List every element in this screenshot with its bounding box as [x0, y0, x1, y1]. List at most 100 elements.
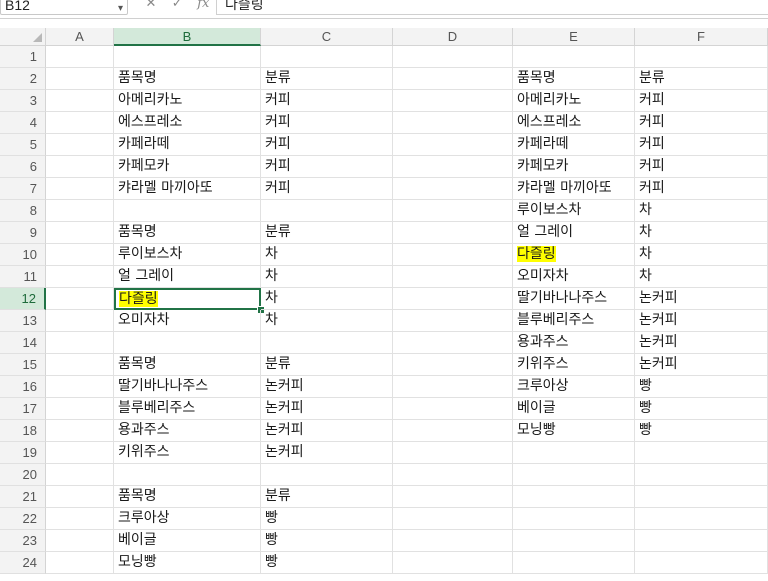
cell-d1[interactable] — [393, 46, 513, 68]
row-header-12[interactable]: 12 — [0, 288, 46, 310]
cell-d3[interactable] — [393, 90, 513, 112]
cell-e21[interactable] — [513, 486, 635, 508]
column-header-d[interactable]: D — [393, 28, 513, 46]
cell-c7[interactable]: 커피 — [261, 178, 393, 200]
cell-a14[interactable] — [46, 332, 114, 354]
cell-e8[interactable]: 루이보스차 — [513, 200, 635, 222]
cell-d10[interactable] — [393, 244, 513, 266]
cell-e20[interactable] — [513, 464, 635, 486]
cell-d4[interactable] — [393, 112, 513, 134]
cell-e3[interactable]: 아메리카노 — [513, 90, 635, 112]
cell-e22[interactable] — [513, 508, 635, 530]
cell-e6[interactable]: 카페모카 — [513, 156, 635, 178]
column-header-f[interactable]: F — [635, 28, 768, 46]
cell-f19[interactable] — [635, 442, 768, 464]
cell-d20[interactable] — [393, 464, 513, 486]
cell-d11[interactable] — [393, 266, 513, 288]
cell-e5[interactable]: 카페라떼 — [513, 134, 635, 156]
row-header-18[interactable]: 18 — [0, 420, 46, 442]
cell-c23[interactable]: 빵 — [261, 530, 393, 552]
cell-b19[interactable]: 키위주스 — [114, 442, 261, 464]
cell-b5[interactable]: 카페라떼 — [114, 134, 261, 156]
cell-d12[interactable] — [393, 288, 513, 310]
cell-f9[interactable]: 차 — [635, 222, 768, 244]
cell-f20[interactable] — [635, 464, 768, 486]
cell-f21[interactable] — [635, 486, 768, 508]
cell-c2[interactable]: 분류 — [261, 68, 393, 90]
cell-a9[interactable] — [46, 222, 114, 244]
cell-b13[interactable]: 오미자차 — [114, 310, 261, 332]
column-header-e[interactable]: E — [513, 28, 635, 46]
cell-c5[interactable]: 커피 — [261, 134, 393, 156]
cell-c17[interactable]: 논커피 — [261, 398, 393, 420]
cell-a4[interactable] — [46, 112, 114, 134]
column-header-a[interactable]: A — [46, 28, 114, 46]
cell-c12[interactable]: 차 — [261, 288, 393, 310]
cell-e17[interactable]: 베이글 — [513, 398, 635, 420]
cell-c19[interactable]: 논커피 — [261, 442, 393, 464]
cell-c22[interactable]: 빵 — [261, 508, 393, 530]
cell-f4[interactable]: 커피 — [635, 112, 768, 134]
confirm-icon[interactable]: ✓ — [166, 0, 188, 11]
row-header-23[interactable]: 23 — [0, 530, 46, 552]
cell-e16[interactable]: 크루아상 — [513, 376, 635, 398]
cell-d15[interactable] — [393, 354, 513, 376]
row-header-7[interactable]: 7 — [0, 178, 46, 200]
row-header-6[interactable]: 6 — [0, 156, 46, 178]
cell-a13[interactable] — [46, 310, 114, 332]
cell-c14[interactable] — [261, 332, 393, 354]
cell-f15[interactable]: 논커피 — [635, 354, 768, 376]
cell-d6[interactable] — [393, 156, 513, 178]
cell-d7[interactable] — [393, 178, 513, 200]
cell-c3[interactable]: 커피 — [261, 90, 393, 112]
cell-c9[interactable]: 분류 — [261, 222, 393, 244]
row-header-21[interactable]: 21 — [0, 486, 46, 508]
cell-f18[interactable]: 빵 — [635, 420, 768, 442]
cell-f8[interactable]: 차 — [635, 200, 768, 222]
cell-b12[interactable]: 다즐링 — [114, 288, 261, 310]
cell-d19[interactable] — [393, 442, 513, 464]
cell-f16[interactable]: 빵 — [635, 376, 768, 398]
row-header-2[interactable]: 2 — [0, 68, 46, 90]
cell-b14[interactable] — [114, 332, 261, 354]
cell-e2[interactable]: 품목명 — [513, 68, 635, 90]
row-header-13[interactable]: 13 — [0, 310, 46, 332]
select-all-corner[interactable] — [0, 28, 46, 46]
cell-f23[interactable] — [635, 530, 768, 552]
cell-e19[interactable] — [513, 442, 635, 464]
cell-e9[interactable]: 얼 그레이 — [513, 222, 635, 244]
cell-f10[interactable]: 차 — [635, 244, 768, 266]
cell-e24[interactable] — [513, 552, 635, 574]
chevron-down-icon[interactable]: ▾ — [118, 0, 123, 18]
cell-a16[interactable] — [46, 376, 114, 398]
row-header-8[interactable]: 8 — [0, 200, 46, 222]
cell-f2[interactable]: 분류 — [635, 68, 768, 90]
cell-b4[interactable]: 에스프레소 — [114, 112, 261, 134]
cell-d14[interactable] — [393, 332, 513, 354]
cell-b8[interactable] — [114, 200, 261, 222]
cell-b24[interactable]: 모닝빵 — [114, 552, 261, 574]
cell-a18[interactable] — [46, 420, 114, 442]
cell-c1[interactable] — [261, 46, 393, 68]
cell-d24[interactable] — [393, 552, 513, 574]
cell-a17[interactable] — [46, 398, 114, 420]
cell-c21[interactable]: 분류 — [261, 486, 393, 508]
cell-a5[interactable] — [46, 134, 114, 156]
cell-f5[interactable]: 커피 — [635, 134, 768, 156]
cell-a2[interactable] — [46, 68, 114, 90]
cell-b22[interactable]: 크루아상 — [114, 508, 261, 530]
cell-d2[interactable] — [393, 68, 513, 90]
formula-input[interactable]: 다즐링 — [216, 0, 768, 15]
row-header-15[interactable]: 15 — [0, 354, 46, 376]
cell-b17[interactable]: 블루베리주스 — [114, 398, 261, 420]
cell-a24[interactable] — [46, 552, 114, 574]
cell-d18[interactable] — [393, 420, 513, 442]
row-header-16[interactable]: 16 — [0, 376, 46, 398]
cell-a1[interactable] — [46, 46, 114, 68]
cell-e4[interactable]: 에스프레소 — [513, 112, 635, 134]
cell-d13[interactable] — [393, 310, 513, 332]
cell-a12[interactable] — [46, 288, 114, 310]
cell-c16[interactable]: 논커피 — [261, 376, 393, 398]
cell-b6[interactable]: 카페모카 — [114, 156, 261, 178]
cell-b10[interactable]: 루이보스차 — [114, 244, 261, 266]
